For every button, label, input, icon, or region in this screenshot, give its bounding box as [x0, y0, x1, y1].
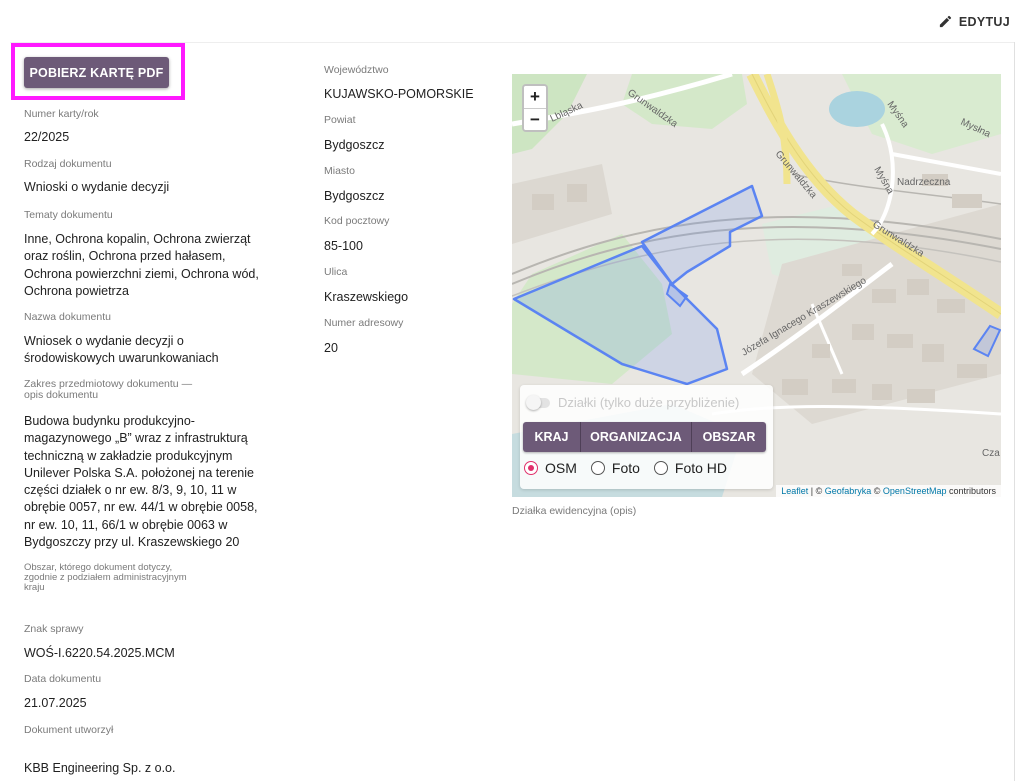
- top-bar: EDYTUJ: [0, 0, 1024, 44]
- osm-link[interactable]: OpenStreetMap: [883, 486, 947, 496]
- case-sign-value: WOŚ-I.6220.54.2025.MCM: [24, 646, 175, 660]
- doc-type-label: Rodzaj dokumentu: [24, 158, 112, 170]
- card-number-label: Numer karty/rok: [24, 108, 99, 120]
- address-number-field: Numer adresowy 20: [324, 318, 494, 357]
- map-label-nadrzeczna: Nadrzeczna: [897, 177, 951, 188]
- radio-foto-label: Foto: [611, 460, 640, 476]
- geofabryka-link[interactable]: Geofabryka: [825, 486, 872, 496]
- leaflet-link[interactable]: Leaflet: [781, 486, 808, 496]
- doc-name-value: Wniosek o wydanie decyzji o środowiskowy…: [24, 334, 219, 366]
- case-sign-field: Znak sprawy WOŚ-I.6220.54.2025.MCM: [24, 624, 274, 662]
- postal-code-label: Kod pocztowy: [324, 215, 390, 227]
- pencil-icon: [939, 15, 952, 28]
- radio-osm-label: OSM: [545, 460, 577, 476]
- zoom-control: + −: [522, 84, 548, 132]
- county-field: Powiat Bydgoszcz: [324, 115, 494, 154]
- topics-label: Tematy dokumentu: [24, 209, 113, 221]
- county-label: Powiat: [324, 114, 356, 126]
- radio-foto-hd-dot[interactable]: [653, 461, 668, 475]
- created-by-value: KBB Engineering Sp. z o.o.: [24, 761, 176, 775]
- street-label: Ulica: [324, 266, 348, 278]
- doc-name-label: Nazwa dokumentu: [24, 311, 111, 323]
- attribution-contributors: contributors: [946, 486, 996, 496]
- county-value: Bydgoszcz: [324, 138, 385, 152]
- voivodeship-value: KUJAWSKO-POMORSKIE: [324, 87, 474, 101]
- address-number-label: Numer adresowy: [324, 317, 404, 329]
- doc-date-value: 21.07.2025: [24, 696, 87, 710]
- segment-organizacja[interactable]: ORGANIZACJA: [580, 422, 691, 452]
- attribution-sep-2: ©: [871, 486, 883, 496]
- radio-foto-hd-label: Foto HD: [674, 460, 728, 476]
- map-view[interactable]: Lbląska Grunwaldzka Grunwaldzka Grunwald…: [512, 74, 1001, 497]
- map-caption: Działka ewidencyjna (opis): [512, 505, 637, 517]
- topics-value: Inne, Ochrona kopalin, Ochrona zwierząt …: [24, 232, 259, 298]
- voivodeship-label: Województwo: [324, 64, 389, 76]
- area-label-3: kraju: [24, 582, 45, 593]
- doc-type-field: Rodzaj dokumentu Wnioski o wydanie decyz…: [24, 159, 274, 196]
- city-field: Miasto Bydgoszcz: [324, 166, 494, 205]
- address-number-value: 20: [324, 341, 338, 355]
- doc-name-field: Nazwa dokumentu Wniosek o wydanie decyzj…: [24, 312, 234, 368]
- parcels-toggle-row[interactable]: Działki (tylko duże przybliżenie): [526, 394, 740, 410]
- edit-button[interactable]: EDYTUJ: [938, 14, 1010, 29]
- region-segment-group: KRAJ ORGANIZACJA OBSZAR: [523, 422, 766, 452]
- area-field: Obszar, którego dokument dotyczy, zgodni…: [24, 563, 274, 593]
- postal-code-field: Kod pocztowy 85-100: [324, 216, 494, 255]
- area-label-2: zgodnie z podziałem administracyjnym: [24, 572, 187, 583]
- scope-value: Budowa budynku produkcyjno-magazynowego …: [24, 414, 258, 550]
- radio-foto-hd[interactable]: Foto HD: [653, 460, 728, 476]
- created-by-field: Dokument utworzył KBB Engineering Sp. z …: [24, 725, 274, 777]
- attribution-sep-1: | ©: [808, 486, 825, 496]
- scope-field: Zakres przedmiotowy dokumentu — opis dok…: [24, 379, 268, 551]
- base-layer-radios: OSM Foto Foto HD: [524, 460, 727, 476]
- map-layer-panel: Działki (tylko duże przybliżenie) KRAJ O…: [520, 385, 773, 489]
- created-by-label: Dokument utworzył: [24, 724, 114, 736]
- radio-foto-dot[interactable]: [590, 461, 605, 475]
- scope-label-2: opis dokumentu: [24, 389, 99, 401]
- postal-code-value: 85-100: [324, 239, 363, 253]
- voivodeship-field: Województwo KUJAWSKO-POMORSKIE: [324, 65, 494, 103]
- doc-type-value: Wnioski o wydanie decyzji: [24, 180, 170, 194]
- radio-foto[interactable]: Foto: [590, 460, 640, 476]
- city-value: Bydgoszcz: [324, 189, 385, 203]
- case-sign-label: Znak sprawy: [24, 623, 84, 635]
- topics-field: Tematy dokumentu Inne, Ochrona kopalin, …: [24, 210, 276, 300]
- map-attribution: Leaflet | © Geofabryka © OpenStreetMap c…: [776, 485, 1001, 497]
- radio-osm[interactable]: OSM: [524, 460, 577, 476]
- doc-date-field: Data dokumentu 21.07.2025: [24, 674, 274, 712]
- street-field: Ulica Kraszewskiego: [324, 267, 494, 306]
- card-number-value: 22/2025: [24, 130, 70, 144]
- parcels-toggle[interactable]: [526, 394, 550, 410]
- parcels-toggle-label: Działki (tylko duże przybliżenie): [558, 395, 740, 410]
- segment-kraj[interactable]: KRAJ: [523, 422, 580, 452]
- doc-date-label: Data dokumentu: [24, 673, 102, 685]
- zoom-in-button[interactable]: +: [524, 86, 546, 108]
- right-divider: [1014, 42, 1015, 781]
- download-pdf-button[interactable]: POBIERZ KARTĘ PDF: [24, 57, 169, 88]
- card-number-field: Numer karty/rok 22/2025: [24, 109, 274, 146]
- radio-osm-dot[interactable]: [524, 461, 538, 475]
- map-label-cza: Cza: [982, 448, 1000, 459]
- edit-label: EDYTUJ: [958, 14, 1010, 29]
- street-value: Kraszewskiego: [324, 290, 409, 304]
- city-label: Miasto: [324, 165, 355, 177]
- segment-obszar[interactable]: OBSZAR: [691, 422, 766, 452]
- zoom-out-button[interactable]: −: [524, 108, 546, 130]
